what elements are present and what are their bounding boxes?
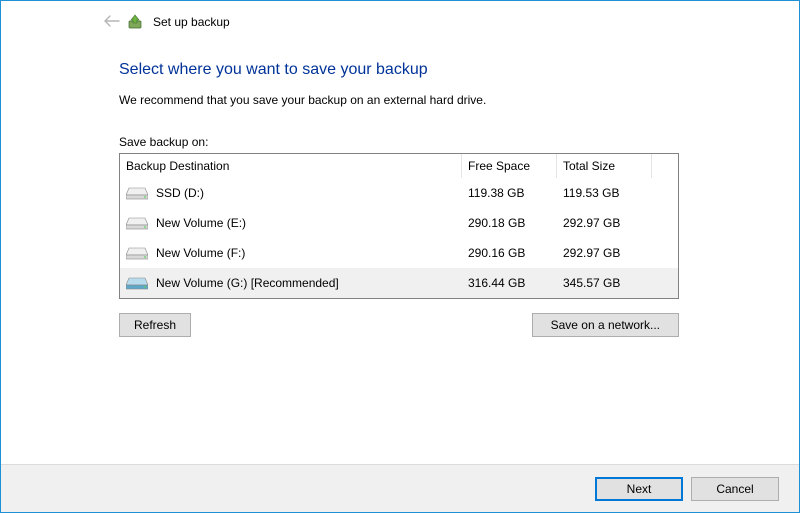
cell-spacer (652, 238, 678, 268)
table-row[interactable]: New Volume (F:) 290.16 GB292.97 GB (120, 238, 678, 268)
drive-icon (126, 276, 148, 290)
backup-icon (127, 14, 143, 30)
cell-destination: New Volume (F:) (120, 238, 462, 268)
refresh-button[interactable]: Refresh (119, 313, 191, 337)
cell-spacer (652, 208, 678, 238)
under-table-row: Refresh Save on a network... (119, 313, 679, 337)
col-free-space[interactable]: Free Space (462, 154, 557, 178)
cell-total-size: 292.97 GB (557, 238, 652, 268)
save-on-network-button[interactable]: Save on a network... (532, 313, 679, 337)
cell-spacer (652, 178, 678, 208)
drive-name: New Volume (G:) [Recommended] (156, 276, 339, 290)
drive-icon (126, 186, 148, 200)
cell-destination: SSD (D:) (120, 178, 462, 208)
table-row[interactable]: New Volume (E:) 290.18 GB292.97 GB (120, 208, 678, 238)
cell-destination: New Volume (E:) (120, 208, 462, 238)
drive-name: New Volume (F:) (156, 246, 245, 260)
page-subtext: We recommend that you save your backup o… (119, 93, 679, 107)
table-row[interactable]: New Volume (G:) [Recommended] 316.44 GB34… (120, 268, 678, 298)
drive-name: New Volume (E:) (156, 216, 246, 230)
drive-icon (126, 216, 148, 230)
table-header: Backup Destination Free Space Total Size (120, 154, 678, 178)
next-button[interactable]: Next (595, 477, 683, 501)
cancel-button[interactable]: Cancel (691, 477, 779, 501)
cell-free-space: 290.16 GB (462, 238, 557, 268)
window-title: Set up backup (153, 15, 230, 29)
page-heading: Select where you want to save your backu… (119, 61, 679, 79)
wizard-window: Set up backup Select where you want to s… (0, 0, 800, 513)
back-arrow-icon[interactable] (104, 15, 120, 29)
drive-name: SSD (D:) (156, 186, 204, 200)
cell-total-size: 119.53 GB (557, 178, 652, 208)
cell-total-size: 292.97 GB (557, 208, 652, 238)
table-row[interactable]: SSD (D:) 119.38 GB119.53 GB (120, 178, 678, 208)
cell-spacer (652, 268, 678, 298)
footer: Next Cancel (1, 464, 799, 512)
content-area: Select where you want to save your backu… (1, 43, 799, 337)
col-spacer (652, 154, 678, 178)
drive-icon (126, 246, 148, 260)
cell-free-space: 290.18 GB (462, 208, 557, 238)
destinations-table: Backup Destination Free Space Total Size… (119, 153, 679, 299)
cell-free-space: 119.38 GB (462, 178, 557, 208)
cell-destination: New Volume (G:) [Recommended] (120, 268, 462, 298)
table-body: SSD (D:) 119.38 GB119.53 GB New Volume (E… (120, 178, 678, 298)
cell-free-space: 316.44 GB (462, 268, 557, 298)
save-on-label: Save backup on: (119, 135, 679, 149)
header: Set up backup (1, 1, 799, 43)
col-total-size[interactable]: Total Size (557, 154, 652, 178)
col-destination[interactable]: Backup Destination (120, 154, 462, 178)
cell-total-size: 345.57 GB (557, 268, 652, 298)
